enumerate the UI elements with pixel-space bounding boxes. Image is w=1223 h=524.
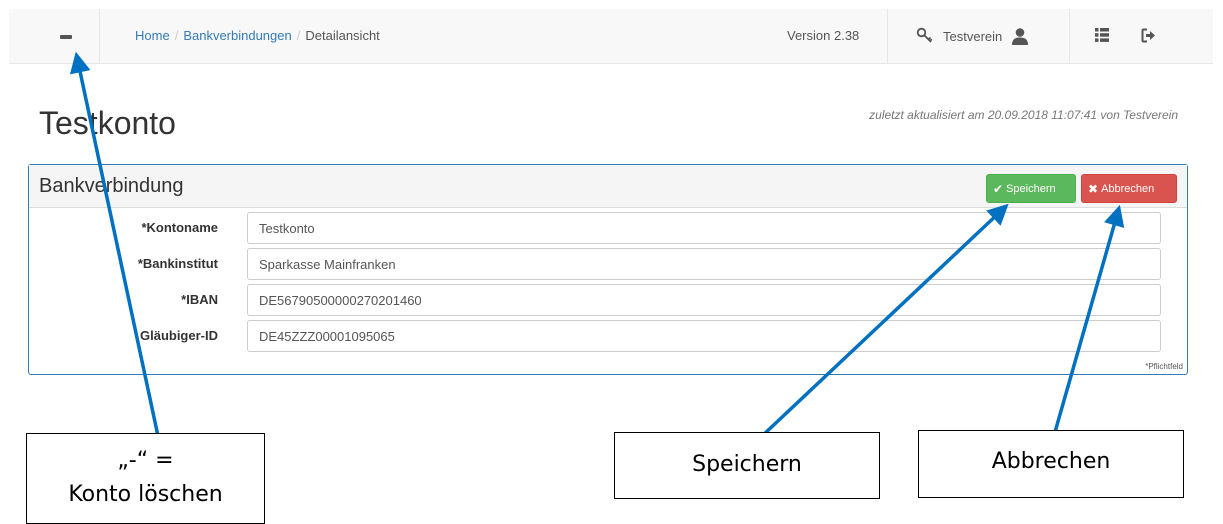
- form-row-bankinstitut: *Bankinstitut Sparkasse Mainfranken: [29, 248, 1187, 280]
- breadcrumb: Home / Bankverbindungen / Detailansicht: [135, 28, 380, 43]
- delete-account-button[interactable]: [9, 9, 100, 64]
- user-icon: [1012, 28, 1029, 45]
- navbar-divider: [1069, 9, 1070, 64]
- glaeubiger-id-label: Gläubiger-ID: [139, 328, 218, 343]
- close-icon: ✖: [1088, 181, 1099, 196]
- logout-icon[interactable]: [1141, 28, 1156, 43]
- bank-connection-panel: Bankverbindung ✔ Speichern ✖ Abbrechen *…: [28, 164, 1188, 375]
- breadcrumb-home[interactable]: Home: [135, 28, 170, 43]
- user-name[interactable]: Testverein: [943, 29, 1002, 44]
- iban-field[interactable]: DE56790500000270201460: [247, 284, 1161, 316]
- cancel-button[interactable]: ✖ Abbrechen: [1081, 174, 1177, 203]
- panel-heading: Bankverbindung ✔ Speichern ✖ Abbrechen: [29, 165, 1187, 208]
- key-icon: [916, 27, 933, 43]
- callout-delete-line1: „-“ =: [117, 448, 174, 473]
- required-note: *Pflichtfeld: [1145, 362, 1183, 371]
- form-row-kontoname: *Kontoname Testkonto: [29, 212, 1187, 244]
- panel-title: Bankverbindung: [39, 175, 184, 197]
- breadcrumb-separator: /: [296, 28, 301, 43]
- callout-delete-line2: Konto löschen: [68, 482, 223, 507]
- kontoname-field[interactable]: Testkonto: [247, 212, 1161, 244]
- form-row-iban: *IBAN DE56790500000270201460: [29, 284, 1187, 316]
- glaeubiger-id-field[interactable]: DE45ZZZ00001095065: [247, 320, 1161, 352]
- breadcrumb-bankverbindungen[interactable]: Bankverbindungen: [183, 28, 291, 43]
- checkmark-icon: ✔: [993, 181, 1004, 196]
- navbar-divider: [887, 9, 888, 64]
- cancel-button-label: Abbrechen: [1101, 182, 1155, 195]
- callout-save: Speichern: [614, 432, 880, 499]
- user-menu[interactable]: Testverein: [916, 25, 1030, 47]
- breadcrumb-current: Detailansicht: [305, 28, 380, 43]
- page-title: Testkonto: [39, 105, 176, 141]
- top-navbar: Home / Bankverbindungen / Detailansicht Vers…: [9, 9, 1213, 64]
- iban-label: *IBAN: [181, 292, 218, 307]
- form-row-glaeubiger-id: Gläubiger-ID DE45ZZZ00001095065: [29, 320, 1187, 352]
- save-button-label: Speichern: [1006, 182, 1056, 195]
- last-updated-text: zuletzt aktualisiert am 20.09.2018 11:07…: [869, 108, 1178, 122]
- bankinstitut-field[interactable]: Sparkasse Mainfranken: [247, 248, 1161, 280]
- bankinstitut-label: *Bankinstitut: [137, 256, 218, 271]
- save-button[interactable]: ✔ Speichern: [986, 174, 1076, 203]
- list-icon[interactable]: [1095, 28, 1109, 42]
- version-label: Version 2.38: [787, 28, 860, 43]
- callout-delete-account: „-“ = Konto löschen: [26, 433, 265, 524]
- minus-icon: [60, 35, 72, 39]
- callout-cancel: Abbrechen: [918, 430, 1184, 498]
- kontoname-label: *Kontoname: [141, 220, 218, 235]
- breadcrumb-separator: /: [174, 28, 179, 43]
